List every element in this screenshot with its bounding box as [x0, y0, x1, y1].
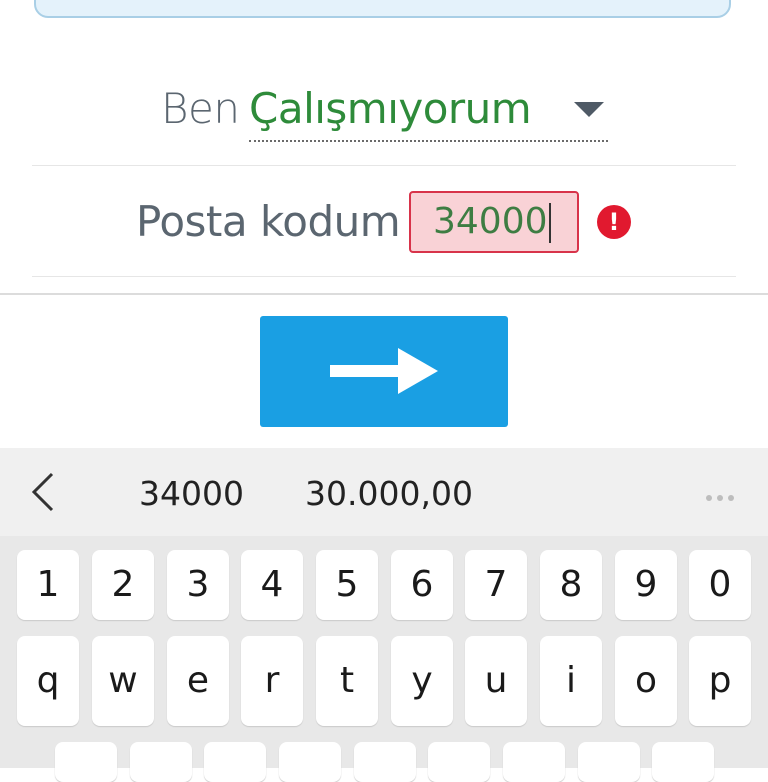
suggestion-bar: 34000 30.000,00: [0, 448, 768, 536]
key-partial[interactable]: [354, 742, 416, 782]
key-5[interactable]: 5: [316, 550, 378, 620]
key-1[interactable]: 1: [17, 550, 79, 620]
key-4[interactable]: 4: [241, 550, 303, 620]
suggestion-item[interactable]: 34000: [139, 474, 244, 513]
key-partial[interactable]: [130, 742, 192, 782]
divider: [32, 165, 736, 166]
keys-area: 1 2 3 4 5 6 7 8 9 0 q w e r t y u i o p: [0, 536, 768, 782]
suggestion-item[interactable]: 30.000,00: [305, 474, 473, 513]
postal-code-value: 34000: [433, 201, 548, 242]
key-partial[interactable]: [55, 742, 117, 782]
key-t[interactable]: t: [316, 636, 378, 726]
section-divider: [0, 293, 768, 295]
key-partial[interactable]: [503, 742, 565, 782]
key-partial[interactable]: [279, 742, 341, 782]
postal-code-label: Posta kodum: [136, 197, 401, 246]
key-y[interactable]: y: [391, 636, 453, 726]
postal-code-input[interactable]: 34000: [409, 191, 579, 253]
key-7[interactable]: 7: [465, 550, 527, 620]
more-options-icon[interactable]: [706, 488, 739, 506]
key-partial[interactable]: [204, 742, 266, 782]
key-8[interactable]: 8: [540, 550, 602, 620]
arrow-right-icon: [330, 348, 438, 394]
key-u[interactable]: u: [465, 636, 527, 726]
key-w[interactable]: w: [92, 636, 154, 726]
error-icon: !: [597, 205, 631, 239]
key-q[interactable]: q: [17, 636, 79, 726]
employment-status-value: Çalışmıyorum: [249, 84, 532, 133]
employment-status-select[interactable]: Çalışmıyorum: [249, 82, 608, 142]
key-p[interactable]: p: [689, 636, 751, 726]
key-9[interactable]: 9: [615, 550, 677, 620]
key-r[interactable]: r: [241, 636, 303, 726]
key-0[interactable]: 0: [689, 550, 751, 620]
key-6[interactable]: 6: [391, 550, 453, 620]
info-card: [34, 0, 731, 18]
key-3[interactable]: 3: [167, 550, 229, 620]
key-partial[interactable]: [428, 742, 490, 782]
text-cursor: [548, 203, 551, 243]
employment-prefix-label: Ben: [161, 84, 240, 133]
key-o[interactable]: o: [615, 636, 677, 726]
next-button[interactable]: [260, 316, 508, 427]
key-e[interactable]: e: [167, 636, 229, 726]
divider: [32, 276, 736, 277]
key-i[interactable]: i: [540, 636, 602, 726]
chevron-left-icon[interactable]: [30, 472, 56, 512]
key-2[interactable]: 2: [92, 550, 154, 620]
key-partial[interactable]: [652, 742, 714, 782]
key-partial[interactable]: [578, 742, 640, 782]
on-screen-keyboard: 34000 30.000,00 1 2 3 4 5 6 7 8 9 0 q w …: [0, 448, 768, 782]
caret-down-icon: [574, 102, 604, 117]
